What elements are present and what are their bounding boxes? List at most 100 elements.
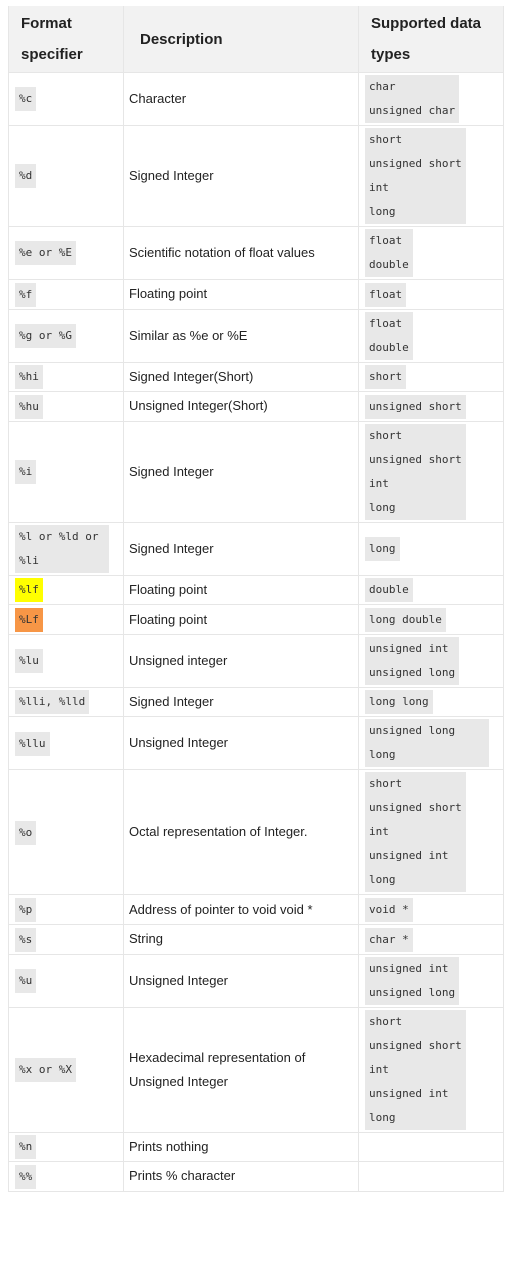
specifier-cell: %hi <box>8 361 124 393</box>
types-cell: short <box>358 361 504 393</box>
type-item: short <box>369 1014 403 1028</box>
types-cell: double <box>358 574 504 606</box>
type-item: unsigned int <box>369 961 449 975</box>
table-row: %llu Unsigned Integer unsigned long long <box>8 716 504 771</box>
types-code-block: double <box>365 578 413 603</box>
type-item: void * <box>369 902 409 916</box>
types-cell: char unsigned char <box>358 72 504 126</box>
types-cell: short unsigned short int unsigned int long <box>358 769 504 896</box>
table-header: Format specifier Description Supported d… <box>8 6 504 73</box>
table-row: %% Prints % character <box>8 1161 504 1192</box>
type-item: int <box>369 181 389 194</box>
types-code-block: float double <box>365 229 413 277</box>
header-supported-types: Supported data types <box>358 6 504 73</box>
type-item: float <box>369 316 403 330</box>
types-code-block: short unsigned short int unsigned int long <box>365 772 466 893</box>
description-cell: Unsigned Integer <box>123 953 359 1008</box>
format-specifier-table-container: Format specifier Description Supported d… <box>8 6 504 1192</box>
type-item: short <box>369 370 403 384</box>
specifier-cell: %c <box>8 72 124 126</box>
types-cell: void * <box>358 894 504 925</box>
specifier-cell: %s <box>8 923 124 955</box>
specifier-cell: %% <box>8 1161 124 1192</box>
types-cell <box>358 1161 504 1192</box>
table-row: %p Address of pointer to void void * void … <box>8 894 504 925</box>
types-cell: unsigned short <box>358 391 504 422</box>
specifier-cell: %lli, %lld <box>8 686 124 718</box>
format-specifier-code: %Lf <box>15 607 43 632</box>
types-cell: long <box>358 521 504 576</box>
description-text: Signed Integer <box>129 694 214 710</box>
description-cell: Prints % character <box>123 1161 359 1192</box>
format-specifier-code: %l or %ld or %li <box>15 524 109 573</box>
specifier-cell: %llu <box>8 716 124 771</box>
types-cell: float double <box>358 308 504 363</box>
format-specifier-code: %p <box>15 897 37 922</box>
description-cell: String <box>123 923 359 955</box>
description-text: Similar as %e or %E <box>129 327 248 343</box>
description-cell: Similar as %e or %E <box>123 308 359 363</box>
type-item: double <box>369 258 409 271</box>
types-code-block: void * <box>365 897 413 922</box>
type-item: long long <box>369 695 429 709</box>
types-cell: unsigned int unsigned long <box>358 633 504 688</box>
format-specifier-code: %s <box>15 927 37 952</box>
specifier-cell: %lf <box>8 574 124 606</box>
type-item: unsigned char <box>369 104 456 117</box>
types-cell <box>358 1131 504 1163</box>
description-text: Signed Integer <box>129 463 214 479</box>
specifier-cell: %d <box>8 125 124 227</box>
types-code-block: unsigned long long <box>365 719 489 768</box>
type-item: short <box>369 777 403 791</box>
types-cell: unsigned long long <box>358 716 504 771</box>
type-item: long <box>369 500 396 514</box>
types-code-block: long <box>365 536 400 561</box>
format-specifier-code: %hi <box>15 365 43 390</box>
description-text: Unsigned Integer <box>129 735 229 751</box>
format-specifier-code: %d <box>15 164 37 189</box>
description-cell: Signed Integer <box>123 521 359 576</box>
format-specifier-code: %u <box>15 968 37 993</box>
description-cell: Octal representation of Integer. <box>123 769 359 896</box>
specifier-cell: %x or %X <box>8 1006 124 1133</box>
table-row: %hi Signed Integer(Short) short <box>8 361 504 393</box>
types-code-block: short unsigned short int long <box>365 423 466 520</box>
type-item: short <box>369 428 403 442</box>
type-item: short <box>369 133 403 146</box>
description-cell: Unsigned Integer(Short) <box>123 391 359 422</box>
description-text: String <box>129 931 163 947</box>
types-cell: long double <box>358 604 504 635</box>
description-cell: Hexadecimal representation of Unsigned I… <box>123 1006 359 1133</box>
description-cell: Floating point <box>123 279 359 310</box>
format-specifier-code: %x or %X <box>15 1057 76 1082</box>
description-text: Unsigned Integer(Short) <box>129 398 268 414</box>
specifier-cell: %u <box>8 953 124 1008</box>
table-row: %n Prints nothing <box>8 1131 504 1163</box>
description-text: Prints % character <box>129 1168 236 1184</box>
type-item: double <box>369 583 409 597</box>
description-text: Signed Integer <box>129 540 214 556</box>
format-specifier-code: %lli, %lld <box>15 690 90 715</box>
description-text: Character <box>129 91 187 106</box>
table-row: %o Octal representation of Integer. short u… <box>8 769 504 896</box>
description-text: Floating point <box>129 581 208 597</box>
format-specifier-code: %hu <box>15 394 43 419</box>
table-row: %g or %G Similar as %e or %E float double <box>8 308 504 363</box>
description-text: Floating point <box>129 286 208 302</box>
header-description: Description <box>123 6 359 73</box>
types-code-block: char * <box>365 927 413 952</box>
type-item: int <box>369 825 389 839</box>
description-cell: Floating point <box>123 574 359 606</box>
description-text: Unsigned Integer <box>129 972 229 988</box>
type-item: int <box>369 1062 389 1076</box>
table-row: %x or %X Hexadecimal representation of Un… <box>8 1006 504 1133</box>
table-row: %s String char * <box>8 923 504 955</box>
type-item: unsigned int <box>369 849 449 863</box>
table-row: %f Floating point float <box>8 279 504 310</box>
description-cell: Signed Integer <box>123 420 359 523</box>
format-specifier-code: %lu <box>15 649 43 674</box>
description-cell: Unsigned integer <box>123 633 359 688</box>
description-text: Scientific notation of float values <box>129 245 315 260</box>
specifier-cell: %p <box>8 894 124 925</box>
specifier-cell: %e or %E <box>8 226 124 280</box>
